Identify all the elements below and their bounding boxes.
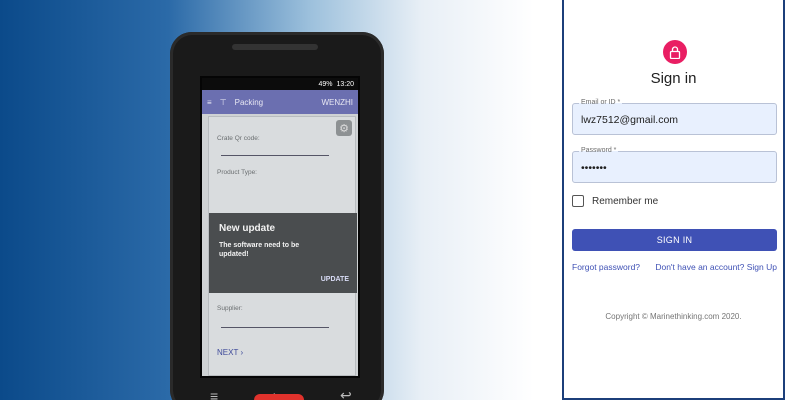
- device-app-user: WENZHI: [321, 97, 353, 107]
- back-icon: ↩: [340, 387, 352, 400]
- device-next: NEXT ›: [217, 348, 243, 357]
- password-field[interactable]: Password * •••••••: [572, 147, 777, 183]
- device-time: 13:20: [336, 80, 354, 88]
- device-dialog-update: UPDATE: [320, 276, 349, 283]
- device-next-label: NEXT: [217, 348, 239, 357]
- device-supplier-underline: [221, 327, 329, 328]
- hero-photo: 49% 13:20 ≡ ⊤ Packing WENZHI ⚙ Crate Qr …: [0, 0, 562, 400]
- device-menu-key-icon: ≡: [210, 388, 219, 400]
- device-supplier-label: Supplier:: [217, 305, 243, 312]
- sign-up-link[interactable]: Don't have an account? Sign Up: [655, 262, 777, 272]
- email-label: Email or ID *: [579, 99, 623, 106]
- remember-me[interactable]: Remember me: [572, 195, 658, 207]
- device-dialog-title: New update: [219, 223, 276, 234]
- copyright: Copyright © Marinethinking.com 2020.: [605, 312, 742, 321]
- password-label: Password *: [579, 147, 619, 154]
- forgot-password-link[interactable]: Forgot password?: [572, 262, 640, 272]
- app-logo-icon: ⊤: [219, 97, 227, 107]
- remember-label: Remember me: [592, 195, 659, 207]
- email-value: lwz7512@gmail.com: [581, 114, 679, 126]
- handheld-device: 49% 13:20 ≡ ⊤ Packing WENZHI ⚙ Crate Qr …: [170, 32, 384, 400]
- device-update-dialog: New update The software need to be updat…: [209, 213, 357, 293]
- device-scan-key: [254, 394, 304, 400]
- device-speaker: [232, 44, 318, 50]
- device-screen: 49% 13:20 ≡ ⊤ Packing WENZHI ⚙ Crate Qr …: [200, 76, 360, 378]
- page-title: Sign in: [650, 70, 697, 87]
- remember-checkbox[interactable]: [572, 195, 584, 207]
- device-form-card: ⚙ Crate Qr code: Product Type: New updat…: [208, 116, 357, 376]
- chevron-right-icon: ›: [240, 348, 244, 357]
- device-dialog-body: The software need to be updated!: [219, 242, 300, 258]
- email-field[interactable]: Email or ID * lwz7512@gmail.com: [572, 99, 777, 135]
- device-qr-label: Crate Qr code:: [217, 135, 260, 142]
- password-value: •••••••: [581, 162, 607, 174]
- lock-icon: [663, 40, 687, 64]
- gear-icon: ⚙: [336, 120, 352, 136]
- signin-panel: Sign in Email or ID * lwz7512@gmail.com …: [562, 0, 785, 400]
- device-app-bar: ≡ ⊤ Packing WENZHI: [202, 90, 358, 114]
- device-product-label: Product Type:: [217, 169, 257, 176]
- device-status-bar: 49% 13:20: [202, 78, 358, 90]
- device-app-title: Packing: [234, 97, 264, 107]
- menu-icon: ≡: [207, 97, 212, 107]
- sign-in-button[interactable]: SIGN IN: [572, 229, 777, 251]
- device-battery: 49%: [318, 80, 333, 88]
- device-qr-underline: [221, 155, 329, 156]
